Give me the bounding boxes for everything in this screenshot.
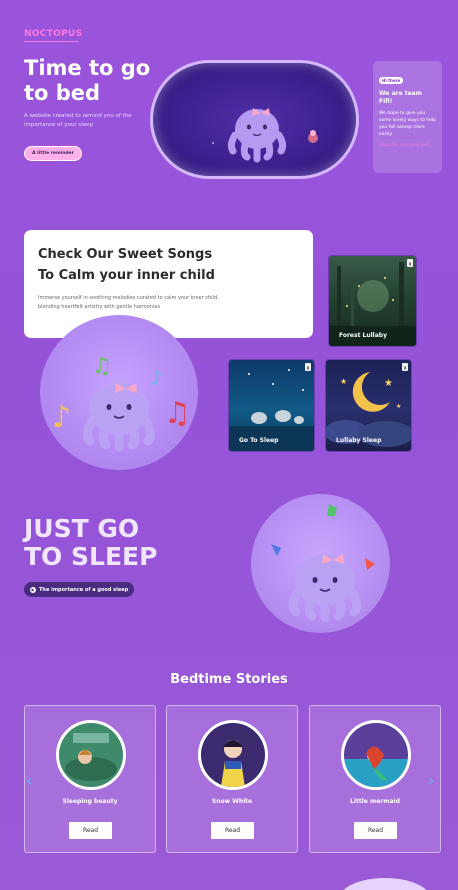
story-cover xyxy=(198,720,268,790)
story-cover xyxy=(56,720,126,790)
hero-title: Time to go to bed xyxy=(24,56,151,105)
song-card-lullaby-sleep[interactable]: ★ ★ ★ ▮ Lullaby Sleep xyxy=(325,359,412,452)
svg-text:♪: ♪ xyxy=(150,366,163,390)
svg-text:★: ★ xyxy=(396,403,401,410)
snow-white-cover xyxy=(201,723,265,787)
story-card-snow-white: Snow White Read xyxy=(166,705,298,853)
read-button[interactable]: Read xyxy=(69,822,112,839)
songs-description: Immerse yourself in soothing melodies cu… xyxy=(38,295,219,310)
team-info-card: Hi there We are team Fifi! We hope to gi… xyxy=(373,61,442,173)
info-link[interactable]: Ideas fun, and sleep well xyxy=(379,142,436,148)
logo[interactable]: NOCTOPUS xyxy=(24,29,82,39)
info-title: We are team Fifi! xyxy=(379,90,422,105)
svg-text:★: ★ xyxy=(384,378,393,389)
story-card-little-mermaid: Little mermaid Read xyxy=(309,705,441,853)
svg-text:♫: ♫ xyxy=(92,354,112,379)
svg-text:♪: ♪ xyxy=(52,400,71,435)
bookmark-icon[interactable]: ▮ xyxy=(407,259,413,267)
play-icon: ▶ xyxy=(30,586,36,593)
story-cover xyxy=(341,720,411,790)
sleeping-beauty-cover xyxy=(59,723,123,787)
decorative-blob xyxy=(340,878,430,890)
read-button[interactable]: Read xyxy=(211,822,254,839)
songs-title-line2: To Calm your inner child xyxy=(38,268,215,283)
hero-octopus-stage xyxy=(150,60,359,179)
story-name: Snow White xyxy=(211,798,253,805)
songs-title-line1: Check Our Sweet Songs xyxy=(38,247,213,262)
song-card-go-to-sleep[interactable]: ▮ Go To Sleep xyxy=(228,359,315,452)
svg-text:★: ★ xyxy=(340,377,347,386)
read-button[interactable]: Read xyxy=(354,822,397,839)
octopus-illustration xyxy=(212,108,318,163)
song-label: Go To Sleep xyxy=(239,437,279,444)
songs-intro-card: Check Our Sweet Songs To Calm your inner… xyxy=(24,230,313,338)
info-body: We hope to give you some lovely ways to … xyxy=(379,111,437,137)
sleep-title: JUST GO TO SLEEP xyxy=(24,514,158,571)
svg-text:♫: ♫ xyxy=(164,396,191,431)
reminder-button[interactable]: A little reminder xyxy=(24,146,82,161)
music-octopus-illustration: ♫ ♪ ♪ ♫ xyxy=(52,354,191,452)
stories-title: Bedtime Stories xyxy=(170,672,288,687)
story-name: Sleeping beauty xyxy=(62,798,118,805)
info-tag: Hi there xyxy=(379,77,404,84)
song-card-forest-lullaby[interactable]: ▮ Forest Lullaby xyxy=(328,255,417,347)
bookmark-icon[interactable]: ▮ xyxy=(402,363,408,371)
hero-subtitle: A website created to remind you of the i… xyxy=(24,113,132,128)
good-sleep-label: The importance of a good sleep xyxy=(39,586,129,593)
sleep-octopus-circle xyxy=(251,494,390,633)
story-card-sleeping-beauty: Sleeping beauty Read xyxy=(24,705,156,853)
song-label: Lullaby Sleep xyxy=(336,437,382,444)
sleep-octopus-illustration xyxy=(267,504,375,623)
good-sleep-button[interactable]: ▶ The importance of a good sleep xyxy=(24,582,134,597)
logo-underline xyxy=(24,41,78,42)
bookmark-icon[interactable]: ▮ xyxy=(305,363,311,371)
story-name: Little mermaid xyxy=(350,798,400,805)
music-octopus-circle: ♫ ♪ ♪ ♫ xyxy=(40,315,198,470)
song-label: Forest Lullaby xyxy=(339,332,387,339)
little-mermaid-cover xyxy=(344,723,408,787)
